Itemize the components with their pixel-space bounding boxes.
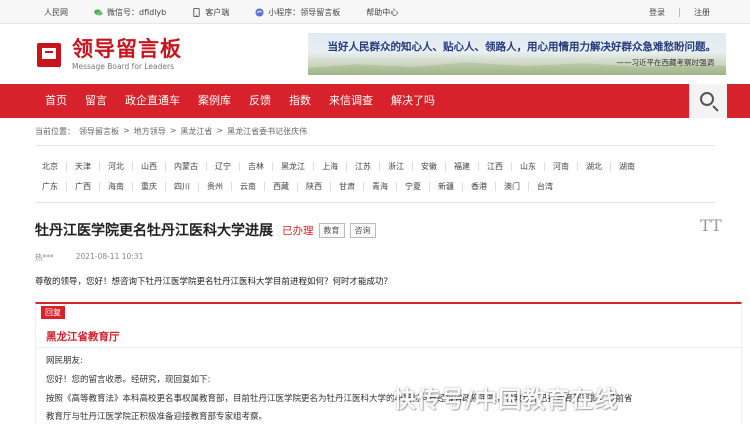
divider [35,202,715,203]
miniapp-link[interactable]: 小程序：领导留言板 [255,7,340,18]
breadcrumb-province[interactable]: 黑龙江省 [180,126,212,137]
region-link[interactable]: 海南 [99,181,132,191]
region-link[interactable]: 辽宁 [206,161,239,171]
region-link[interactable]: 北京 [35,162,66,171]
miniprogram-icon [255,7,264,17]
region-link[interactable]: 河南 [544,161,577,171]
client-link[interactable]: 客户端 [192,7,229,18]
region-link[interactable]: 江苏 [346,161,379,171]
nav-feedback[interactable]: 反馈 [240,84,280,118]
region-link[interactable]: 安徽 [412,161,445,171]
divider [679,7,680,17]
reply-line: 您好！您的留言收悉。经研究，现回复如下: [46,375,211,385]
region-link[interactable]: 福建 [445,161,478,171]
help-link[interactable]: 帮助中心 [366,7,398,18]
watermark: 快传号/中国教育在线 [393,387,619,413]
divider [36,347,741,348]
region-row: 北京 天津 河北 山西 内蒙古 辽宁 吉林 黑龙江 上海 江苏 浙江 安徽 福建 江西 山东 河南 湖北 湖南 [35,156,725,176]
reply-line: 教育厅与牡丹江医学院正积极准备迎接教育部专家组考察。 [46,412,268,422]
article-title: 牡丹江医学院更名牡丹江医科大学进展 [35,223,273,239]
nav-message[interactable]: 留言 [76,84,116,118]
search-button[interactable] [689,84,727,118]
region-link[interactable]: 黑龙江 [272,161,313,171]
breadcrumb-home[interactable]: 领导留言板 [79,126,119,137]
status-badge: 已办理 [282,224,314,237]
logo-title: 领导留言板 [72,37,182,61]
region-link[interactable]: 湖南 [610,161,643,171]
breadcrumb-local[interactable]: 地方领导 [134,126,166,137]
nav-solved[interactable]: 解决了吗 [382,84,444,118]
login-link[interactable]: 登录 [649,7,665,18]
reply-label: 回复 [41,306,65,319]
site-logo[interactable]: 领导留言板 Message Board for Leaders [36,38,182,71]
reply-line: 网民朋友: [46,356,83,366]
region-link[interactable]: 青海 [363,181,396,191]
region-link[interactable]: 新疆 [429,181,462,191]
banner-quote: 当好人民群众的知心人、贴心人、领路人，用心用情用力解决好群众急难愁盼问题。 [327,41,717,53]
region-link[interactable]: 云南 [231,181,264,191]
nav-survey[interactable]: 来信调查 [320,84,382,118]
nav-enterprise[interactable]: 政企直通车 [116,84,189,118]
region-link[interactable]: 江西 [478,161,511,171]
region-link[interactable]: 上海 [313,161,346,171]
region-link[interactable]: 吉林 [239,161,272,171]
question-text: 尊敬的领导，您好！想咨询下牡丹江医学院更名牡丹江医科大学目前进程如何？何时才能成… [35,277,393,287]
article-header: 牡丹江医学院更名牡丹江医科大学进展 已办理 教育 咨询 [35,220,376,240]
reply-box: 回复 黑龙江省教育厅 网民朋友: 您好！您的留言收悉。经研究，现回复如下: 按照… [35,302,742,424]
font-size-toggle-icon[interactable]: TT [700,216,722,235]
search-icon [700,92,714,106]
region-link[interactable]: 河北 [99,161,132,171]
divider [35,145,715,146]
region-link[interactable]: 陕西 [297,181,330,191]
region-link[interactable]: 台湾 [528,181,561,191]
nav-cases[interactable]: 案例库 [189,84,240,118]
register-link[interactable]: 注册 [694,7,710,18]
region-link[interactable]: 山东 [511,161,544,171]
breadcrumb: 当前位置： 领导留言板 > 地方领导 > 黑龙江省 > 黑龙江省委书记张庆伟 [35,126,308,137]
nav-index[interactable]: 指数 [280,84,320,118]
region-link[interactable]: 浙江 [379,161,412,171]
wechat-icon [94,8,103,16]
logo-mark-icon [36,40,66,70]
breadcrumb-leader[interactable]: 黑龙江省委书记张庆伟 [227,126,307,137]
region-link[interactable]: 香港 [462,181,495,191]
region-link[interactable]: 宁夏 [396,181,429,191]
banner-attribution: ——习近平在西藏考察时强调 [616,58,715,67]
region-link[interactable]: 湖北 [577,161,610,171]
region-link[interactable]: 广西 [66,181,99,191]
region-link[interactable]: 广东 [35,182,66,191]
logo-subtitle: Message Board for Leaders [72,62,175,71]
author: 热*** [35,253,54,262]
region-link[interactable]: 甘肃 [330,181,363,191]
timestamp: 2021-08-11 10:31 [75,252,144,261]
region-link[interactable]: 内蒙古 [165,161,206,171]
slogan-banner: 当好人民群众的知心人、贴心人、领路人，用心用情用力解决好群众急难愁盼问题。 ——… [308,33,726,75]
region-link[interactable]: 西藏 [264,181,297,191]
region-link[interactable]: 重庆 [132,181,165,191]
region-row: 广东 广西 海南 重庆 四川 贵州 云南 西藏 陕西 甘肃 青海 宁夏 新疆 香港 澳门 台湾 [35,176,725,196]
tag-education[interactable]: 教育 [318,222,345,238]
main-nav: 首页 留言 政企直通车 案例库 反馈 指数 来信调查 解决了吗 [0,84,750,118]
region-link[interactable]: 贵州 [198,181,231,191]
region-link[interactable]: 澳门 [495,181,528,191]
tag-inquiry[interactable]: 咨询 [349,222,376,238]
people-link[interactable]: 人民网 [44,7,68,18]
region-link[interactable]: 山西 [132,161,165,171]
reply-department: 黑龙江省教育厅 [46,331,120,343]
phone-icon [193,7,200,17]
region-link[interactable]: 四川 [165,181,198,191]
region-filter: 北京 天津 河北 山西 内蒙古 辽宁 吉林 黑龙江 上海 江苏 浙江 安徽 福建 江西 山东 河南 湖北 湖南 广… [35,156,725,196]
top-utility-bar: 人民网 微信号：dfldlyb 客户端 小程序：领导留言板 帮助中心 登录 注册 [0,0,750,24]
wechat-link[interactable]: 微信号：dfldlyb [94,7,166,18]
region-link[interactable]: 天津 [66,161,99,171]
article-meta: 热*** 2021-08-11 10:31 [35,252,165,263]
nav-home[interactable]: 首页 [36,84,76,118]
